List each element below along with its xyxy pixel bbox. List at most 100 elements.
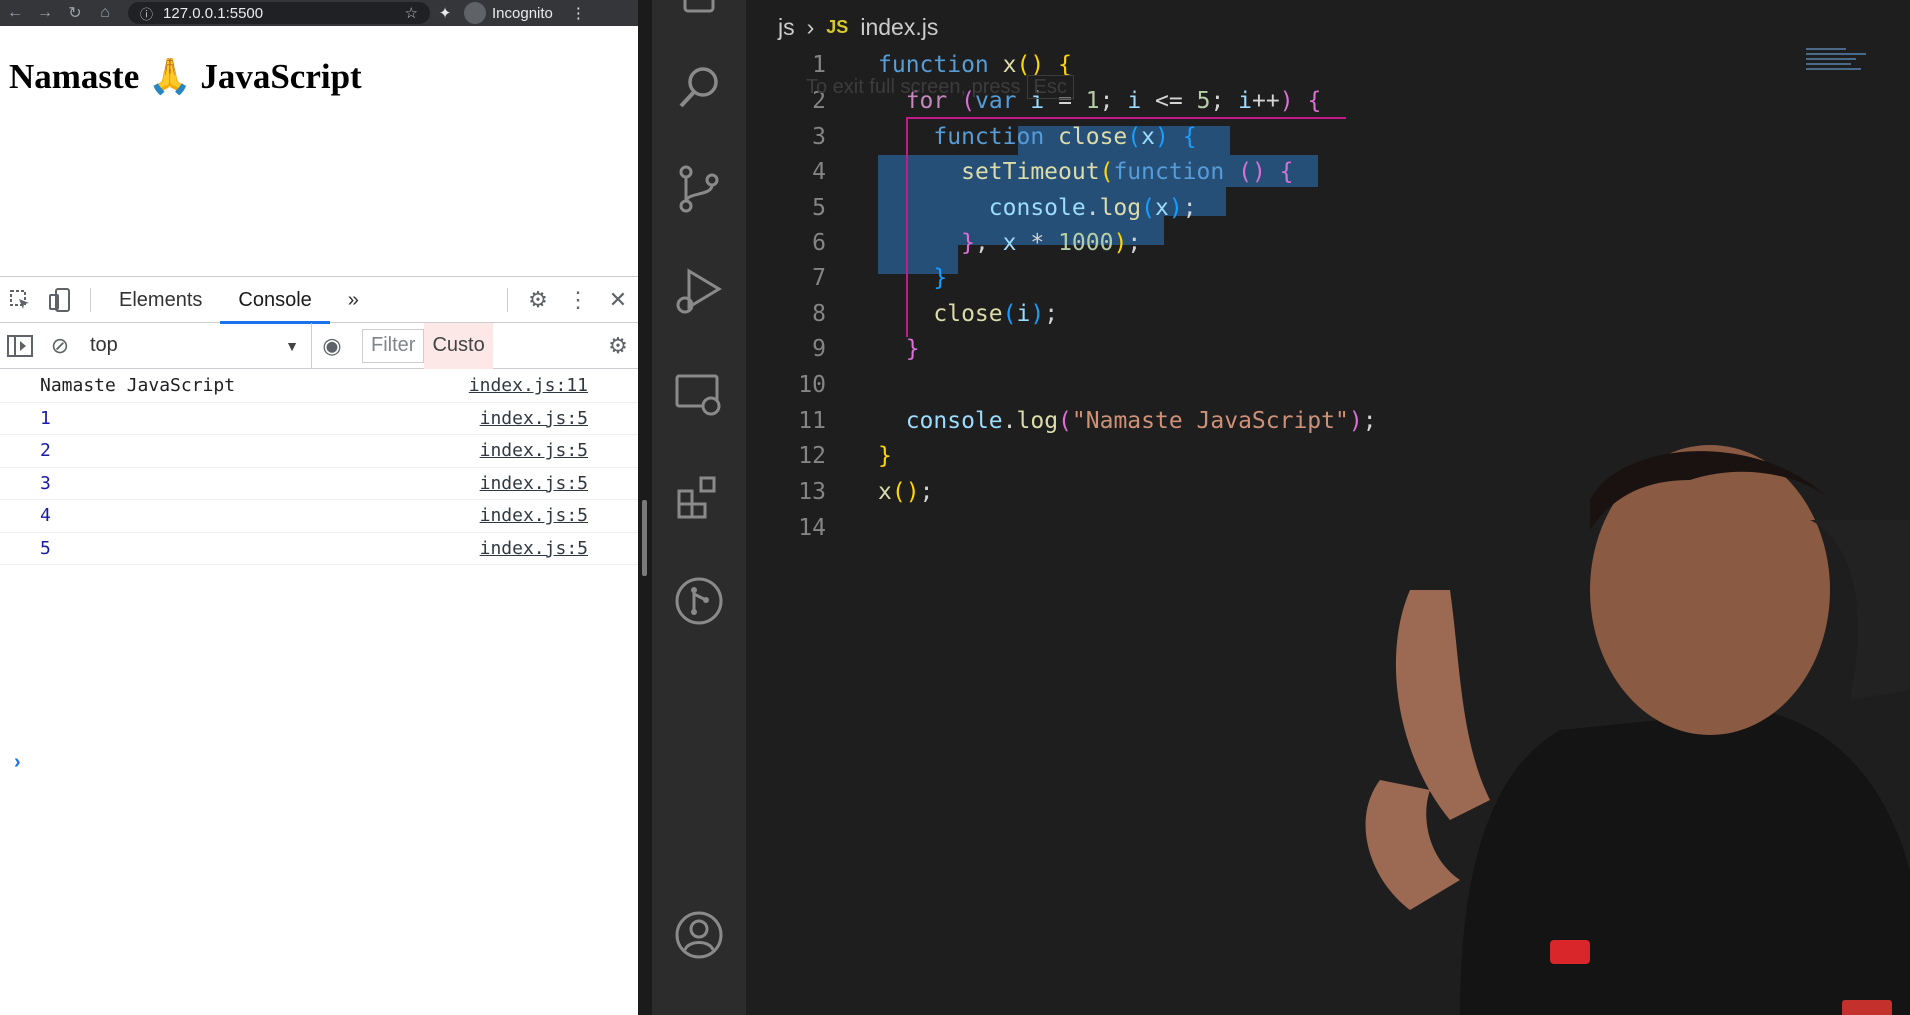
- minimap[interactable]: [1806, 48, 1876, 88]
- search-icon[interactable]: [674, 62, 724, 112]
- devtools-tab-bar: Elements Console » ⚙ ⋮ ✕: [0, 277, 638, 324]
- line-number: 7: [812, 265, 826, 291]
- line-number: 1: [812, 52, 826, 78]
- incognito-icon: [464, 2, 486, 24]
- breadcrumb-folder[interactable]: js: [778, 14, 795, 41]
- chevron-down-icon: ▼: [285, 337, 299, 354]
- bracket-guide: [906, 117, 1346, 119]
- youtube-logo: [1842, 1000, 1892, 1015]
- close-icon[interactable]: ✕: [598, 277, 638, 323]
- console-message-text: 2: [40, 440, 51, 462]
- context-selector[interactable]: top ▼: [80, 322, 312, 369]
- address-bar[interactable]: ⓘ 127.0.0.1:5500 ☆: [128, 2, 430, 24]
- line-number: 13: [798, 479, 826, 505]
- console-output: Namaste JavaScript index.js:11 1 index.j…: [0, 370, 638, 565]
- console-source-link[interactable]: index.js:5: [480, 538, 588, 559]
- extension-icon[interactable]: ✦: [430, 4, 460, 22]
- line-number: 9: [812, 336, 826, 362]
- remote-explorer-icon[interactable]: [674, 370, 724, 420]
- menu-icon[interactable]: ⋮: [571, 4, 586, 22]
- devtools-panel: Elements Console » ⚙ ⋮ ✕ ⊘ top ▼ ◉ Filte…: [0, 276, 638, 1015]
- browser-window: ← → ↻ ⌂ ⓘ 127.0.0.1:5500 ☆ ✦ Incognito ⋮…: [0, 0, 638, 1015]
- log-levels-dropdown[interactable]: Custo: [424, 322, 493, 369]
- device-icon[interactable]: [40, 277, 80, 323]
- more-tabs-button[interactable]: »: [330, 277, 377, 323]
- console-toolbar: ⊘ top ▼ ◉ Filter Custo ⚙: [0, 322, 638, 369]
- split-divider[interactable]: [638, 0, 652, 1015]
- console-message: 3 index.js:5: [0, 468, 638, 500]
- code-line: }, x * 1000);: [961, 230, 1142, 256]
- reload-icon[interactable]: ↻: [60, 3, 90, 23]
- console-source-link[interactable]: index.js:11: [469, 375, 588, 396]
- settings-icon[interactable]: ⚙: [598, 323, 638, 369]
- tab-elements[interactable]: Elements: [101, 277, 220, 323]
- line-number: 4: [812, 159, 826, 185]
- context-value: top: [90, 334, 118, 356]
- breadcrumb-file[interactable]: index.js: [860, 14, 938, 41]
- console-source-link[interactable]: index.js:5: [480, 505, 588, 526]
- code-line: x();: [878, 479, 934, 505]
- console-prompt[interactable]: ›: [14, 751, 21, 774]
- incognito-indicator[interactable]: Incognito: [464, 2, 553, 24]
- console-message: 2 index.js:5: [0, 435, 638, 468]
- line-number: 11: [798, 408, 826, 434]
- console-message-text: Namaste JavaScript: [40, 375, 236, 397]
- info-icon[interactable]: ⓘ: [140, 4, 153, 23]
- code-line: setTimeout(function () {: [961, 159, 1294, 185]
- console-message-text: 5: [40, 537, 51, 559]
- console-source-link[interactable]: index.js:5: [480, 440, 588, 461]
- line-number: 6: [812, 230, 826, 256]
- presenter-video-overlay: [1365, 445, 1910, 1015]
- line-number: 8: [812, 301, 826, 327]
- code-line: }: [878, 443, 892, 469]
- inspect-icon[interactable]: [0, 277, 40, 323]
- incognito-label: Incognito: [492, 4, 553, 22]
- console-message-text: 3: [40, 472, 51, 494]
- clear-icon[interactable]: ⊘: [40, 323, 80, 369]
- code-line: }: [905, 336, 920, 362]
- page-heading: Namaste 🙏 JavaScript: [9, 57, 362, 96]
- git-graph-icon[interactable]: [674, 576, 724, 626]
- js-file-icon: JS: [826, 17, 849, 37]
- fullscreen-key: Esc: [1026, 75, 1074, 99]
- browser-toolbar: ← → ↻ ⌂ ⓘ 127.0.0.1:5500 ☆ ✦ Incognito ⋮: [0, 0, 638, 26]
- code-line: console.log("Namaste JavaScript");: [905, 408, 1377, 434]
- code-line: console.log(x);: [988, 195, 1197, 221]
- fullscreen-hint-text: To exit full screen, press: [806, 76, 1021, 98]
- console-source-link[interactable]: index.js:5: [480, 408, 588, 429]
- code-line: }: [933, 265, 948, 291]
- home-icon[interactable]: ⌂: [90, 4, 120, 22]
- console-source-link[interactable]: index.js:5: [480, 473, 588, 494]
- url-text: 127.0.0.1:5500: [163, 4, 264, 22]
- line-number: 10: [798, 372, 826, 398]
- forward-icon[interactable]: →: [30, 4, 60, 22]
- eye-icon[interactable]: ◉: [312, 323, 352, 369]
- run-debug-icon[interactable]: [674, 266, 724, 316]
- settings-icon[interactable]: ⚙: [518, 277, 558, 323]
- explorer-icon[interactable]: [674, 0, 724, 20]
- console-message: 5 index.js:5: [0, 533, 638, 565]
- source-control-icon[interactable]: [674, 164, 724, 214]
- toolbar-divider: [90, 287, 91, 312]
- sidebar-icon[interactable]: [0, 323, 40, 369]
- breadcrumb: js › JS index.js: [778, 14, 938, 41]
- more-icon[interactable]: ⋮: [558, 277, 598, 323]
- star-icon[interactable]: ☆: [405, 4, 418, 22]
- line-number: 14: [798, 515, 826, 541]
- line-number: 3: [812, 124, 826, 150]
- code-line: close(i);: [933, 301, 1059, 327]
- back-icon[interactable]: ←: [0, 4, 30, 22]
- toolbar-divider: [507, 287, 508, 312]
- filter-input[interactable]: Filter: [362, 328, 425, 363]
- code-line: function close(x) {: [933, 124, 1197, 150]
- account-icon[interactable]: [674, 910, 724, 960]
- console-message-text: 1: [40, 407, 51, 429]
- fullscreen-hint: To exit full screen, press Esc: [806, 75, 1074, 99]
- console-message: 1 index.js:5: [0, 403, 638, 435]
- divider-handle[interactable]: [642, 500, 647, 576]
- console-message-text: 4: [40, 505, 51, 527]
- extensions-icon[interactable]: [674, 472, 724, 522]
- tab-console[interactable]: Console: [220, 277, 331, 324]
- chevron-right-icon: ›: [806, 14, 815, 40]
- console-message: Namaste JavaScript index.js:11: [0, 370, 638, 403]
